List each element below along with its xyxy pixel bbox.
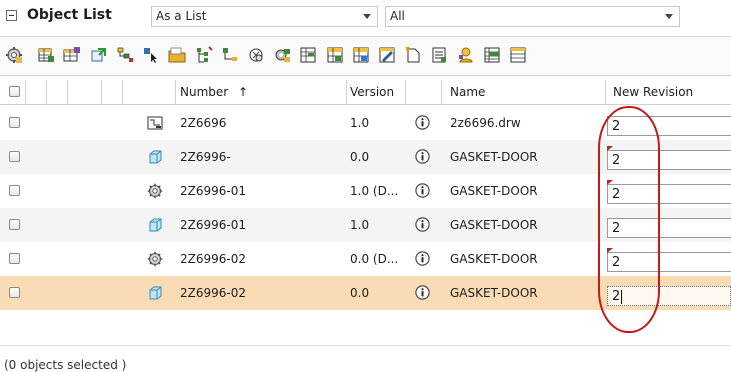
new-revision-input[interactable]: 2 bbox=[607, 146, 731, 170]
selection-status: (0 objects selected ) bbox=[4, 358, 127, 372]
row-checkbox[interactable] bbox=[9, 253, 20, 264]
object-version: 1.0 bbox=[350, 218, 370, 232]
filter-select-value: All bbox=[390, 9, 405, 23]
view-select-value: As a List bbox=[156, 9, 207, 23]
table-row[interactable]: 2Z6996- 0.0 GASKET-DOOR 2 bbox=[0, 140, 731, 174]
settings-icon[interactable] bbox=[5, 46, 23, 64]
modified-flag-icon bbox=[607, 146, 613, 151]
tree-icon[interactable] bbox=[195, 46, 213, 64]
info-icon[interactable] bbox=[415, 149, 430, 164]
object-version: 0.0 bbox=[350, 150, 370, 164]
new-revision-value: 2 bbox=[612, 289, 621, 304]
folder-icon[interactable] bbox=[168, 46, 186, 64]
more-icon[interactable] bbox=[509, 46, 527, 64]
new-revision-input[interactable]: 2 bbox=[607, 218, 731, 238]
info-icon[interactable] bbox=[415, 217, 430, 232]
table-replace-icon[interactable] bbox=[352, 46, 370, 64]
branch-icon[interactable] bbox=[221, 46, 239, 64]
info-icon[interactable] bbox=[415, 183, 430, 198]
new-revision-value: 2 bbox=[612, 153, 621, 168]
config-icon[interactable] bbox=[273, 46, 291, 64]
list-icon[interactable] bbox=[430, 46, 448, 64]
object-number: 2Z6996-01 bbox=[180, 184, 246, 198]
object-version: 1.0 (D... bbox=[350, 184, 399, 198]
table-view-icon[interactable] bbox=[299, 46, 317, 64]
chevron-down-icon bbox=[363, 14, 371, 19]
object-name: GASKET-DOOR bbox=[450, 252, 538, 266]
object-number: 2Z6996-02 bbox=[180, 252, 246, 266]
filter-select[interactable]: All bbox=[385, 6, 680, 27]
object-version: 0.0 (D... bbox=[350, 252, 399, 266]
drawing-icon bbox=[147, 115, 163, 131]
column-number-label: Number bbox=[180, 85, 229, 99]
table-row[interactable]: 2Z6996-01 1.0 GASKET-DOOR 2 bbox=[0, 208, 731, 242]
table-row[interactable]: 2Z6996-01 1.0 (D... GASKET-DOOR 2 bbox=[0, 174, 731, 208]
modified-flag-icon bbox=[607, 180, 613, 185]
object-number: 2Z6996-02 bbox=[180, 286, 246, 300]
new-revision-input[interactable]: 2 bbox=[607, 248, 731, 272]
chevron-down-icon bbox=[665, 14, 673, 19]
object-list-header: Object List As a List All bbox=[0, 0, 731, 33]
select-icon[interactable] bbox=[142, 46, 160, 64]
column-number[interactable]: Number ↑ bbox=[180, 85, 248, 99]
structure-icon[interactable] bbox=[116, 46, 134, 64]
info-icon[interactable] bbox=[415, 115, 430, 130]
toolbar bbox=[0, 36, 731, 76]
table-row[interactable]: 2Z6996-02 0.0 GASKET-DOOR 2 bbox=[0, 276, 731, 310]
part-icon bbox=[147, 149, 163, 165]
edit-icon[interactable] bbox=[378, 46, 396, 64]
select-all-checkbox[interactable] bbox=[9, 86, 20, 97]
row-checkbox[interactable] bbox=[9, 185, 20, 196]
info-icon[interactable] bbox=[415, 285, 430, 300]
row-checkbox[interactable] bbox=[9, 219, 20, 230]
new-revision-value: 2 bbox=[612, 255, 621, 270]
assembly-gear-icon bbox=[147, 251, 163, 267]
view-select[interactable]: As a List bbox=[151, 6, 378, 27]
part-icon bbox=[147, 285, 163, 301]
table-edit-icon[interactable] bbox=[63, 46, 81, 64]
navigate-icon[interactable] bbox=[90, 46, 108, 64]
object-name: GASKET-DOOR bbox=[450, 184, 538, 198]
new-revision-value: 2 bbox=[612, 221, 621, 236]
cut-icon[interactable] bbox=[247, 46, 265, 64]
spreadsheet-icon[interactable] bbox=[483, 46, 501, 64]
new-revision-input[interactable]: 2 bbox=[607, 180, 731, 204]
new-revision-value: 2 bbox=[612, 119, 621, 134]
assembly-gear-icon bbox=[147, 183, 163, 199]
sort-ascending-icon: ↑ bbox=[238, 85, 249, 99]
object-number: 2Z6996- bbox=[180, 150, 231, 164]
object-version: 0.0 bbox=[350, 286, 370, 300]
object-name: GASKET-DOOR bbox=[450, 150, 538, 164]
object-name: 2z6696.drw bbox=[450, 116, 521, 130]
row-checkbox[interactable] bbox=[9, 151, 20, 162]
object-name: GASKET-DOOR bbox=[450, 218, 538, 232]
panel-title: Object List bbox=[27, 7, 112, 23]
row-checkbox[interactable] bbox=[9, 117, 20, 128]
table-row[interactable]: 2Z6696 1.0 2z6696.drw 2 bbox=[0, 106, 731, 140]
table-row[interactable]: 2Z6996-02 0.0 (D... GASKET-DOOR 2 bbox=[0, 242, 731, 276]
grid-header: Number ↑ Version Name New Revision bbox=[0, 80, 731, 105]
new-revision-input[interactable]: 2 bbox=[607, 286, 731, 306]
row-checkbox[interactable] bbox=[9, 287, 20, 298]
object-number: 2Z6996-01 bbox=[180, 218, 246, 232]
object-number: 2Z6696 bbox=[180, 116, 227, 130]
column-version[interactable]: Version bbox=[350, 85, 394, 99]
object-name: GASKET-DOOR bbox=[450, 286, 538, 300]
text-caret bbox=[621, 290, 622, 304]
modified-flag-icon bbox=[607, 248, 613, 253]
info-icon[interactable] bbox=[415, 251, 430, 266]
table-add-icon[interactable] bbox=[326, 46, 344, 64]
part-icon bbox=[147, 217, 163, 233]
status-divider bbox=[0, 345, 731, 346]
new-revision-value: 2 bbox=[612, 187, 621, 202]
object-version: 1.0 bbox=[350, 116, 370, 130]
user-icon[interactable] bbox=[457, 46, 475, 64]
column-name[interactable]: Name bbox=[450, 85, 485, 99]
table-icon[interactable] bbox=[37, 46, 55, 64]
new-revision-input[interactable]: 2 bbox=[607, 116, 731, 136]
new-object-icon[interactable] bbox=[404, 46, 422, 64]
collapse-icon[interactable] bbox=[6, 10, 17, 21]
column-new-revision[interactable]: New Revision bbox=[613, 85, 693, 99]
